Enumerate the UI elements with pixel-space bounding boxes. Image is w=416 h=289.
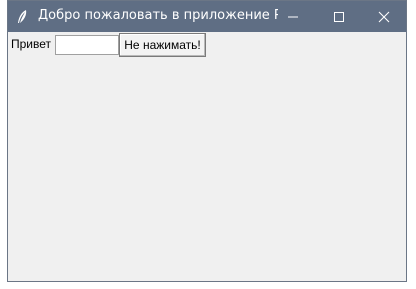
minimize-icon bbox=[288, 16, 298, 17]
greeting-label: Привет bbox=[11, 37, 52, 51]
maximize-button[interactable] bbox=[316, 1, 362, 32]
feather-icon bbox=[18, 10, 27, 23]
dont-press-button[interactable]: Не нажимать! bbox=[119, 33, 206, 57]
close-icon bbox=[378, 11, 390, 22]
title-bar[interactable]: Добро пожаловать в приложение Pytho... bbox=[8, 1, 406, 32]
maximize-icon bbox=[334, 11, 344, 22]
window-title: Добро пожаловать в приложение Pytho... bbox=[38, 8, 278, 23]
app-window: Добро пожаловать в приложение Pytho... П… bbox=[7, 0, 407, 282]
client-area: Привет Не нажимать! bbox=[8, 32, 406, 281]
close-button[interactable] bbox=[361, 1, 407, 32]
minimize-button[interactable] bbox=[270, 1, 316, 32]
greeting-input[interactable] bbox=[55, 35, 119, 55]
